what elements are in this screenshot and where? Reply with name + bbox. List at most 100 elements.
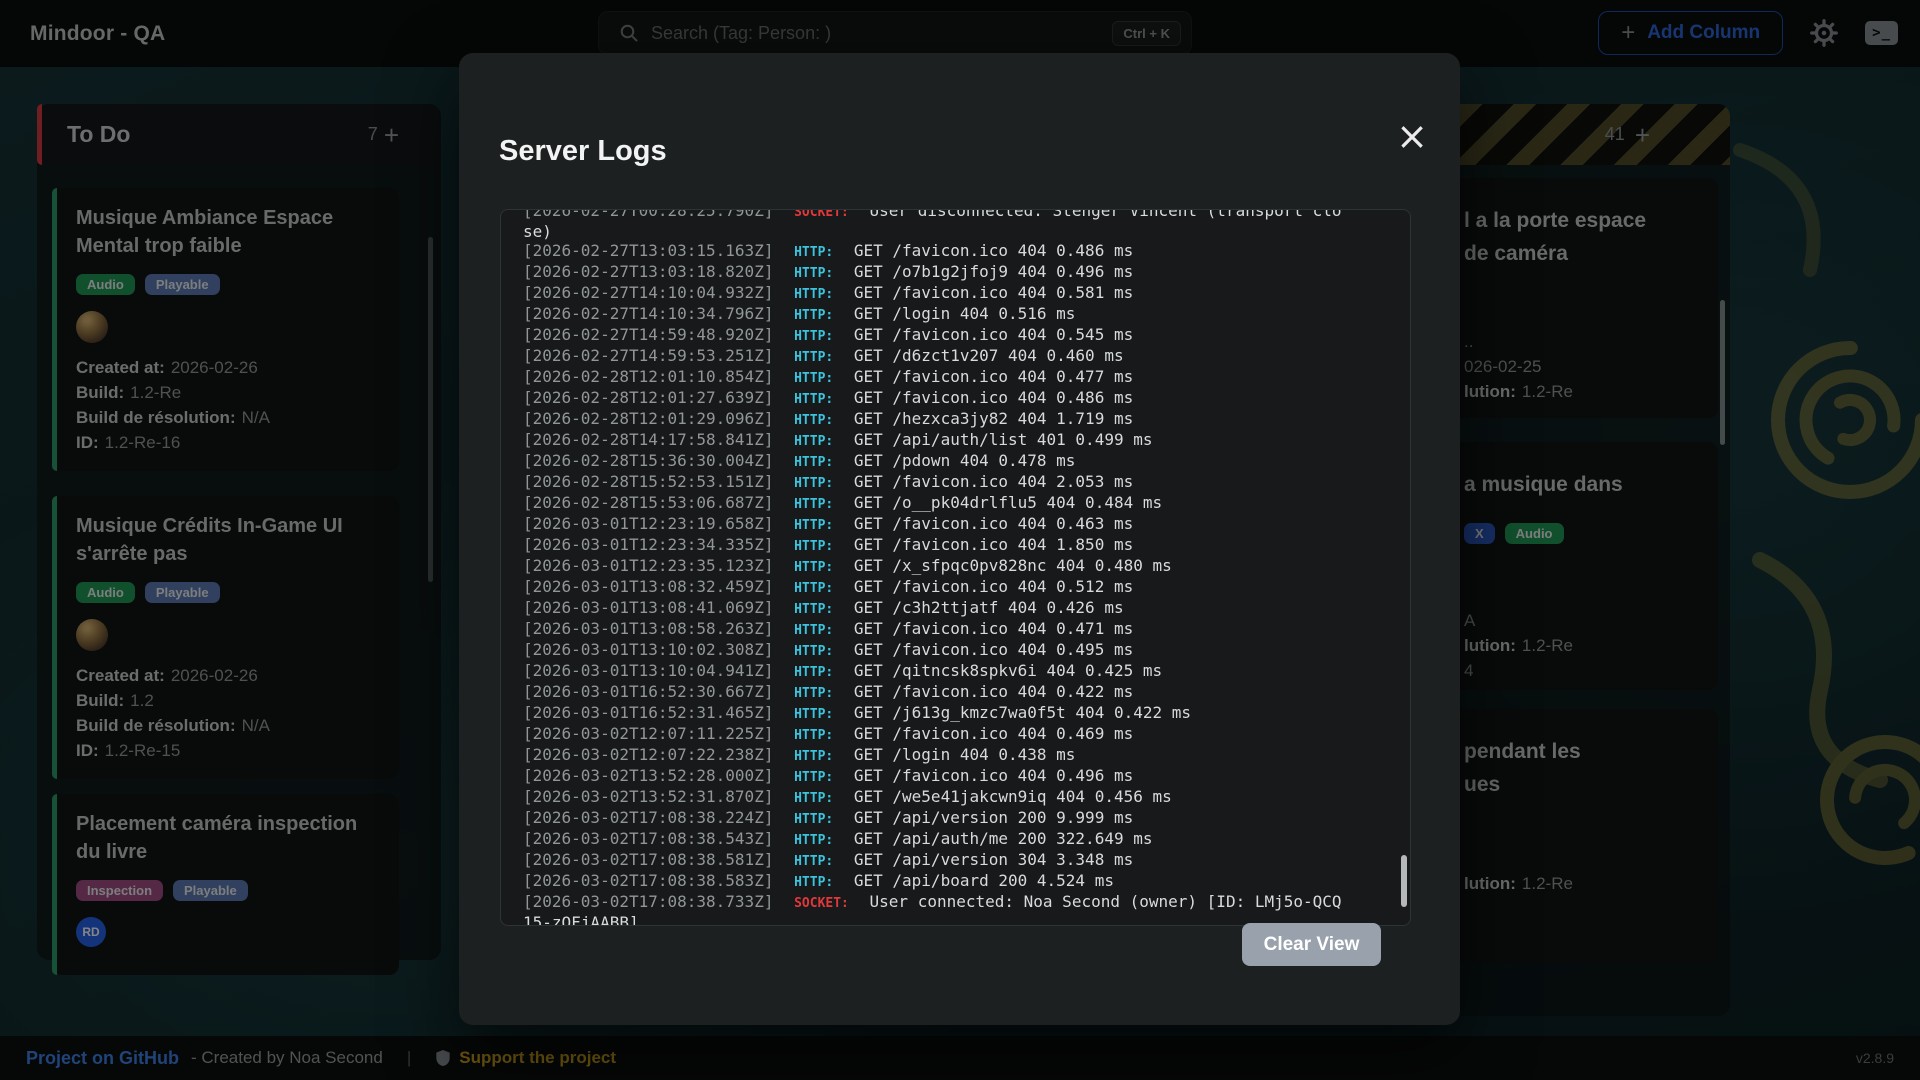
log-level: HTTP:	[783, 578, 844, 599]
log-message: GET /favicon.ico 404 0.471 ms	[844, 619, 1133, 638]
log-timestamp: [2026-02-28T14:17:58.841Z]	[523, 430, 783, 449]
log-line: [2026-02-27T14:59:48.920Z] HTTP: GET /fa…	[523, 325, 1349, 346]
log-level: SOCKET:	[783, 893, 860, 914]
log-line: [2026-02-28T12:01:27.639Z] HTTP: GET /fa…	[523, 388, 1349, 409]
log-scroll-area[interactable]: [2026-02-27T00:28:25.790Z] SOCKET: User …	[501, 210, 1410, 925]
log-line: [2026-03-02T13:52:28.000Z] HTTP: GET /fa…	[523, 766, 1349, 787]
log-message: GET /favicon.ico 404 0.581 ms	[844, 283, 1133, 302]
log-timestamp: [2026-03-01T13:08:58.263Z]	[523, 619, 783, 638]
log-message: GET /login 404 0.516 ms	[844, 304, 1075, 323]
log-line: [2026-03-01T12:23:34.335Z] HTTP: GET /fa…	[523, 535, 1349, 556]
log-level: HTTP:	[783, 830, 844, 851]
log-line: [2026-03-01T13:08:32.459Z] HTTP: GET /fa…	[523, 577, 1349, 598]
log-timestamp: [2026-02-27T13:03:18.820Z]	[523, 262, 783, 281]
log-timestamp: [2026-02-27T13:03:15.163Z]	[523, 241, 783, 260]
log-level: HTTP:	[783, 515, 844, 536]
log-message: GET /favicon.ico 404 0.512 ms	[844, 577, 1133, 596]
log-timestamp: [2026-02-28T12:01:10.854Z]	[523, 367, 783, 386]
log-message: GET /api/version 200 9.999 ms	[844, 808, 1133, 827]
log-level: HTTP:	[783, 872, 844, 893]
log-timestamp: [2026-03-02T17:08:38.581Z]	[523, 850, 783, 869]
clear-view-button[interactable]: Clear View	[1242, 923, 1381, 966]
log-level: HTTP:	[783, 662, 844, 683]
log-timestamp: [2026-03-01T12:23:35.123Z]	[523, 556, 783, 575]
log-line: [2026-02-27T14:10:34.796Z] HTTP: GET /lo…	[523, 304, 1349, 325]
log-message: GET /o7b1g2jfoj9 404 0.496 ms	[844, 262, 1133, 281]
log-level: HTTP:	[783, 851, 844, 872]
log-line: [2026-03-02T12:07:11.225Z] HTTP: GET /fa…	[523, 724, 1349, 745]
log-line: [2026-03-01T12:23:19.658Z] HTTP: GET /fa…	[523, 514, 1349, 535]
log-level: HTTP:	[783, 452, 844, 473]
log-line: [2026-02-28T15:36:30.004Z] HTTP: GET /pd…	[523, 451, 1349, 472]
log-message: GET /favicon.ico 404 0.477 ms	[844, 367, 1133, 386]
log-level: HTTP:	[783, 431, 844, 452]
log-timestamp: [2026-02-27T14:59:48.920Z]	[523, 325, 783, 344]
log-line: [2026-03-02T17:08:38.543Z] HTTP: GET /ap…	[523, 829, 1349, 850]
log-timestamp: [2026-03-02T12:07:22.238Z]	[523, 745, 783, 764]
log-line: [2026-03-01T16:52:31.465Z] HTTP: GET /j6…	[523, 703, 1349, 724]
log-line: [2026-03-02T12:07:22.238Z] HTTP: GET /lo…	[523, 745, 1349, 766]
log-level: HTTP:	[783, 410, 844, 431]
log-line: [2026-02-27T13:03:18.820Z] HTTP: GET /o7…	[523, 262, 1349, 283]
log-level: HTTP:	[783, 557, 844, 578]
log-level: HTTP:	[783, 536, 844, 557]
log-timestamp: [2026-03-02T13:52:28.000Z]	[523, 766, 783, 785]
log-line: [2026-03-02T17:08:38.224Z] HTTP: GET /ap…	[523, 808, 1349, 829]
log-message: GET /we5e41jakcwn9iq 404 0.456 ms	[844, 787, 1172, 806]
log-level: SOCKET:	[783, 210, 860, 223]
log-message: GET /favicon.ico 404 0.486 ms	[844, 241, 1133, 260]
log-timestamp: [2026-03-01T16:52:31.465Z]	[523, 703, 783, 722]
log-line: [2026-02-27T14:10:04.932Z] HTTP: GET /fa…	[523, 283, 1349, 304]
close-icon[interactable]: ×	[1396, 117, 1428, 155]
log-timestamp: [2026-02-27T14:59:53.251Z]	[523, 346, 783, 365]
modal-title: Server Logs	[499, 135, 667, 168]
log-timestamp: [2026-02-28T12:01:29.096Z]	[523, 409, 783, 428]
log-level: HTTP:	[783, 284, 844, 305]
log-level: HTTP:	[783, 683, 844, 704]
log-level: HTTP:	[783, 242, 844, 263]
log-line: [2026-03-01T13:08:58.263Z] HTTP: GET /fa…	[523, 619, 1349, 640]
log-line: [2026-03-01T13:10:04.941Z] HTTP: GET /qi…	[523, 661, 1349, 682]
log-timestamp: [2026-03-02T13:52:31.870Z]	[523, 787, 783, 806]
log-timestamp: [2026-03-02T17:08:38.224Z]	[523, 808, 783, 827]
log-message: GET /d6zct1v207 404 0.460 ms	[844, 346, 1123, 365]
log-timestamp: [2026-03-01T16:52:30.667Z]	[523, 682, 783, 701]
log-timestamp: [2026-03-02T17:08:38.583Z]	[523, 871, 783, 890]
log-message: GET /api/version 304 3.348 ms	[844, 850, 1133, 869]
log-timestamp: [2026-02-27T14:10:04.932Z]	[523, 283, 783, 302]
log-timestamp: [2026-02-28T15:53:06.687Z]	[523, 493, 783, 512]
log-message: GET /favicon.ico 404 0.486 ms	[844, 388, 1133, 407]
log-message: GET /favicon.ico 404 0.469 ms	[844, 724, 1133, 743]
log-timestamp: [2026-03-02T12:07:11.225Z]	[523, 724, 783, 743]
log-message: GET /pdown 404 0.478 ms	[844, 451, 1075, 470]
log-line: [2026-02-28T12:01:10.854Z] HTTP: GET /fa…	[523, 367, 1349, 388]
log-scrollbar[interactable]	[1401, 855, 1407, 907]
log-message: GET /favicon.ico 404 0.495 ms	[844, 640, 1133, 659]
log-message: GET /qitncsk8spkv6i 404 0.425 ms	[844, 661, 1162, 680]
log-timestamp: [2026-03-01T12:23:34.335Z]	[523, 535, 783, 554]
log-message: GET /login 404 0.438 ms	[844, 745, 1075, 764]
log-line: [2026-03-01T16:52:30.667Z] HTTP: GET /fa…	[523, 682, 1349, 703]
log-message: GET /favicon.ico 404 0.463 ms	[844, 514, 1133, 533]
log-line: [2026-03-02T17:08:38.733Z] SOCKET: User …	[523, 892, 1349, 925]
log-timestamp: [2026-03-01T13:08:41.069Z]	[523, 598, 783, 617]
log-timestamp: [2026-02-27T14:10:34.796Z]	[523, 304, 783, 323]
log-line: [2026-03-01T13:08:41.069Z] HTTP: GET /c3…	[523, 598, 1349, 619]
log-line: [2026-02-28T15:52:53.151Z] HTTP: GET /fa…	[523, 472, 1349, 493]
log-level: HTTP:	[783, 305, 844, 326]
log-message: GET /api/auth/me 200 322.649 ms	[844, 829, 1152, 848]
log-timestamp: [2026-03-01T13:08:32.459Z]	[523, 577, 783, 596]
log-timestamp: [2026-02-28T12:01:27.639Z]	[523, 388, 783, 407]
log-line: [2026-02-27T00:28:25.790Z] SOCKET: User …	[523, 210, 1349, 241]
log-line: [2026-03-02T13:52:31.870Z] HTTP: GET /we…	[523, 787, 1349, 808]
log-message: GET /favicon.ico 404 0.545 ms	[844, 325, 1133, 344]
log-timestamp: [2026-02-28T15:36:30.004Z]	[523, 451, 783, 470]
log-list: [2026-02-27T00:28:25.790Z] SOCKET: User …	[523, 210, 1349, 925]
log-level: HTTP:	[783, 599, 844, 620]
log-timestamp: [2026-02-27T00:28:25.790Z]	[523, 210, 783, 220]
log-line: [2026-02-28T14:17:58.841Z] HTTP: GET /ap…	[523, 430, 1349, 451]
log-line: [2026-03-01T13:10:02.308Z] HTTP: GET /fa…	[523, 640, 1349, 661]
log-level: HTTP:	[783, 389, 844, 410]
log-level: HTTP:	[783, 326, 844, 347]
log-line: [2026-02-28T12:01:29.096Z] HTTP: GET /he…	[523, 409, 1349, 430]
